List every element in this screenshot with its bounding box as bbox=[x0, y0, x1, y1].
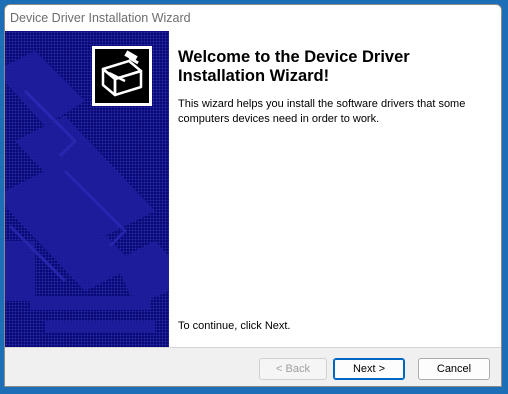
next-button[interactable]: Next > bbox=[333, 358, 405, 380]
back-button[interactable]: < Back bbox=[259, 358, 327, 380]
button-separator bbox=[5, 347, 501, 348]
hardware-device-icon bbox=[92, 46, 152, 106]
page-title: Welcome to the Device Driver Installatio… bbox=[178, 48, 410, 85]
wizard-window: Device Driver Installation Wizard Welcom… bbox=[4, 4, 502, 387]
continue-instruction: To continue, click Next. bbox=[178, 320, 291, 332]
wizard-description: This wizard helps you install the softwa… bbox=[178, 98, 466, 125]
wizard-content: Welcome to the Device Driver Installatio… bbox=[5, 31, 501, 347]
wizard-banner bbox=[5, 31, 169, 347]
window-title: Device Driver Installation Wizard bbox=[5, 5, 501, 31]
wizard-text-area: Welcome to the Device Driver Installatio… bbox=[178, 31, 493, 347]
cancel-button[interactable]: Cancel bbox=[418, 358, 490, 380]
